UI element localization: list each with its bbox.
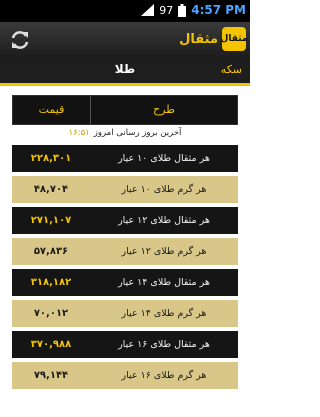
- clock: 4:57 PM: [191, 3, 246, 17]
- row-label: هر گرم طلای ۱۴ عیار: [121, 308, 207, 319]
- row-label: هر مثقال طلای ۱۶ عیار: [118, 339, 210, 350]
- app-logo-text: مثقال: [220, 34, 248, 44]
- table-row[interactable]: هر گرم طلای ۱۰ عیار ۴۸,۷۰۴: [12, 176, 238, 203]
- status-bar: 97 4:57 PM: [0, 0, 250, 22]
- app-brand: مثقال مثقال: [179, 27, 248, 51]
- row-price: ۷۹,۱۴۴: [33, 370, 69, 381]
- app-bar: مثقال مثقال: [0, 22, 250, 59]
- row-label: هر گرم طلای ۱۰ عیار: [121, 184, 207, 195]
- row-price: ۳۷۰,۹۸۸: [30, 339, 72, 350]
- table-row[interactable]: هر گرم طلای ۱۴ عیار ۷۰,۰۱۲: [12, 300, 238, 327]
- last-update-label: آخرین بروز رسانی امروز: [93, 128, 182, 138]
- row-price: ۷۰,۰۱۲: [33, 308, 69, 319]
- table-row[interactable]: هر مثقال طلای ۱۰ عیار ۲۲۸,۳۰۱: [12, 145, 238, 172]
- battery-icon: [178, 3, 187, 17]
- row-label: هر مثقال طلای ۱۴ عیار: [118, 277, 210, 288]
- table-row[interactable]: هر مثقال طلای ۱۲ عیار ۲۷۱,۱۰۷: [12, 207, 238, 234]
- table-row[interactable]: هر گرم طلای ۱۲ عیار ۵۷,۸۳۶: [12, 238, 238, 265]
- tab-bar: طلا سکه: [0, 58, 250, 86]
- last-update-time: ۱۶:۵۱: [68, 128, 90, 138]
- battery-level: 97: [159, 3, 174, 17]
- refresh-button[interactable]: [9, 29, 31, 51]
- app-title: مثقال: [179, 31, 218, 47]
- column-header-price: قیمت: [38, 103, 65, 116]
- table-row[interactable]: هر مثقال طلای ۱۶ عیار ۳۷۰,۹۸۸: [12, 331, 238, 358]
- row-price: ۴۸,۷۰۴: [33, 184, 69, 195]
- row-label: هر گرم طلای ۱۶ عیار: [121, 370, 207, 381]
- price-table: طرح قیمت آخرین بروز رسانی امروز۱۶:۵۱ هر …: [12, 95, 238, 393]
- row-price: ۳۱۸,۱۸۲: [30, 277, 72, 288]
- tab-coin[interactable]: سکه: [221, 63, 242, 76]
- row-label: هر مثقال طلای ۱۲ عیار: [118, 215, 210, 226]
- row-label: هر گرم طلای ۱۲ عیار: [121, 246, 207, 257]
- table-row[interactable]: هر مثقال طلای ۱۴ عیار ۳۱۸,۱۸۲: [12, 269, 238, 296]
- signal-icon: [141, 4, 155, 16]
- row-price: ۲۲۸,۳۰۱: [30, 153, 72, 164]
- row-price: ۵۷,۸۳۶: [33, 246, 69, 257]
- table-row[interactable]: هر گرم طلای ۱۶ عیار ۷۹,۱۴۴: [12, 362, 238, 389]
- table-header: طرح قیمت: [12, 95, 238, 125]
- app-logo: مثقال: [220, 27, 248, 51]
- tab-gold[interactable]: طلا: [0, 62, 250, 76]
- refresh-icon: [11, 31, 29, 49]
- last-update: آخرین بروز رسانی امروز۱۶:۵۱: [12, 125, 238, 141]
- row-label: هر مثقال طلای ۱۰ عیار: [118, 153, 210, 164]
- row-price: ۲۷۱,۱۰۷: [30, 215, 72, 226]
- column-header-item: طرح: [90, 96, 237, 124]
